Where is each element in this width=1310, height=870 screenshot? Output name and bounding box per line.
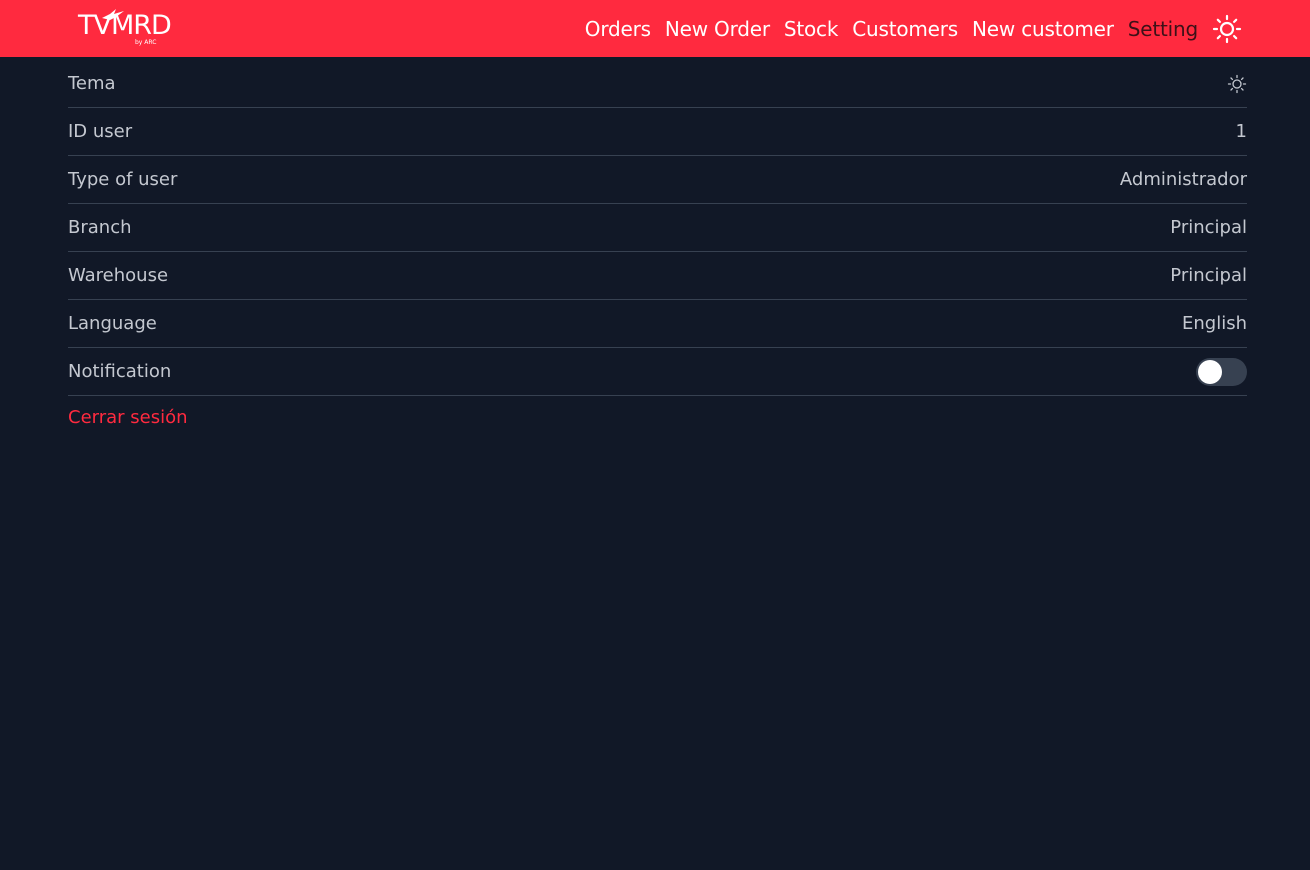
bird-icon bbox=[102, 9, 124, 20]
row-label: ID user bbox=[68, 121, 133, 142]
row-label: Type of user bbox=[68, 169, 178, 190]
row-label: Language bbox=[68, 313, 157, 334]
theme-toggle-button[interactable] bbox=[1212, 14, 1242, 44]
brand-logo[interactable]: TVMRD by ARC bbox=[78, 8, 174, 50]
nav-orders[interactable]: Orders bbox=[585, 17, 651, 41]
row-label: Tema bbox=[68, 73, 116, 94]
settings-row-language[interactable]: Language English bbox=[68, 300, 1247, 348]
nav-new-order[interactable]: New Order bbox=[665, 17, 770, 41]
row-value: 1 bbox=[1235, 121, 1247, 142]
row-label: Notification bbox=[68, 361, 172, 382]
row-value: English bbox=[1182, 313, 1247, 334]
nav-new-customer[interactable]: New customer bbox=[972, 17, 1114, 41]
main-nav: Orders New Order Stock Customers New cus… bbox=[571, 0, 1242, 57]
sun-icon bbox=[1227, 74, 1247, 93]
nav-stock[interactable]: Stock bbox=[784, 17, 839, 41]
row-value: Principal bbox=[1170, 217, 1247, 238]
settings-row-id-user: ID user 1 bbox=[68, 108, 1247, 156]
row-value: Principal bbox=[1170, 265, 1247, 286]
settings-row-warehouse[interactable]: Warehouse Principal bbox=[68, 252, 1247, 300]
nav-setting[interactable]: Setting bbox=[1128, 17, 1198, 41]
logout-link[interactable]: Cerrar sesión bbox=[68, 407, 188, 428]
row-label: Branch bbox=[68, 217, 132, 238]
settings-list: Tema ID user 1 Type of user Administrado… bbox=[68, 60, 1247, 428]
row-label: Warehouse bbox=[68, 265, 169, 286]
settings-row-notification: Notification bbox=[68, 348, 1247, 396]
settings-row-branch[interactable]: Branch Principal bbox=[68, 204, 1247, 252]
settings-row-theme: Tema bbox=[68, 60, 1247, 108]
nav-customers[interactable]: Customers bbox=[852, 17, 958, 41]
top-navbar: TVMRD by ARC Orders New Order Stock Cust… bbox=[0, 0, 1310, 57]
logo-subtitle: by ARC bbox=[135, 39, 157, 46]
theme-value-button[interactable] bbox=[1227, 74, 1247, 94]
toggle-knob bbox=[1198, 359, 1222, 384]
row-value: Administrador bbox=[1119, 169, 1247, 190]
settings-row-type-of-user: Type of user Administrador bbox=[68, 156, 1247, 204]
sun-icon bbox=[1212, 14, 1242, 43]
notification-toggle[interactable] bbox=[1196, 357, 1247, 386]
